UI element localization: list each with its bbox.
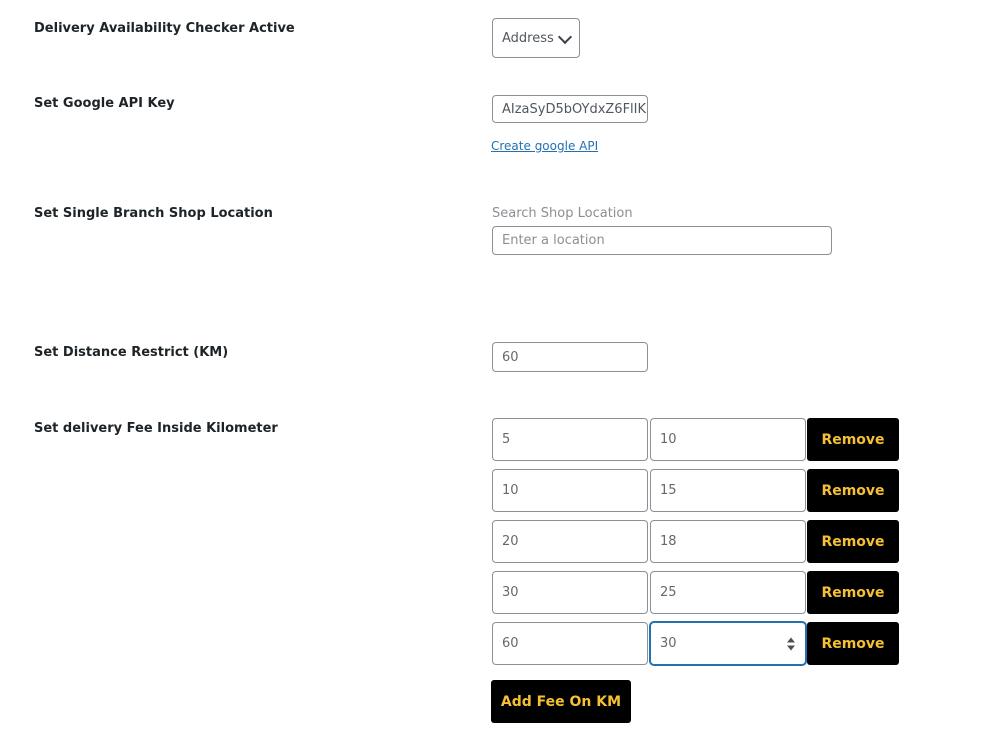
shop-location-input[interactable]: Enter a location xyxy=(492,226,832,255)
google-api-label: Set Google API Key xyxy=(34,96,175,111)
spinner-down-icon[interactable] xyxy=(787,645,795,650)
remove-button-5[interactable]: Remove xyxy=(807,622,899,665)
remove-button-4[interactable]: Remove xyxy=(807,571,899,614)
availability-select-value: Address xyxy=(502,30,554,46)
distance-restrict-input[interactable]: 60 xyxy=(492,342,648,372)
fee-km-input-3[interactable]: 20 xyxy=(492,520,648,563)
google-api-key-input[interactable]: AIzaSyD5bOYdxZ6FlIK1 xyxy=(492,95,648,123)
shop-location-placeholder: Enter a location xyxy=(502,233,605,248)
google-api-key-value: AIzaSyD5bOYdxZ6FlIK1 xyxy=(502,101,648,117)
delivery-fee-label: Set delivery Fee Inside Kilometer xyxy=(34,421,278,436)
remove-button-1[interactable]: Remove xyxy=(807,418,899,461)
fee-amount-input-5[interactable]: 30 xyxy=(650,622,806,665)
search-shop-location-label: Search Shop Location xyxy=(492,206,633,221)
fee-km-input-1[interactable]: 5 xyxy=(492,418,648,461)
fee-km-value: 10 xyxy=(502,483,519,498)
distance-restrict-value: 60 xyxy=(502,349,519,365)
fee-km-value: 60 xyxy=(502,636,519,651)
fee-amount-input-2[interactable]: 15 xyxy=(650,469,806,512)
create-google-api-link[interactable]: Create google API xyxy=(491,139,598,153)
fee-amount-input-4[interactable]: 25 xyxy=(650,571,806,614)
fee-amount-value: 18 xyxy=(660,534,677,549)
fee-amount-value: 25 xyxy=(660,585,677,600)
shop-location-label: Set Single Branch Shop Location xyxy=(34,206,273,221)
fee-km-input-5[interactable]: 60 xyxy=(492,622,648,665)
number-spinner[interactable] xyxy=(787,637,795,650)
fee-amount-value: 15 xyxy=(660,483,677,498)
spinner-up-icon[interactable] xyxy=(787,637,795,642)
fee-km-value: 5 xyxy=(502,432,511,447)
remove-button-2[interactable]: Remove xyxy=(807,469,899,512)
fee-km-input-4[interactable]: 30 xyxy=(492,571,648,614)
fee-km-value: 30 xyxy=(502,585,519,600)
remove-button-3[interactable]: Remove xyxy=(807,520,899,563)
availability-label: Delivery Availability Checker Active xyxy=(34,21,295,36)
availability-select[interactable]: Address xyxy=(492,18,580,58)
chevron-down-icon xyxy=(557,29,573,45)
fee-km-value: 20 xyxy=(502,534,519,549)
fee-amount-value: 10 xyxy=(660,432,677,447)
fee-km-input-2[interactable]: 10 xyxy=(492,469,648,512)
add-fee-button[interactable]: Add Fee On KM xyxy=(491,680,631,723)
fee-amount-input-1[interactable]: 10 xyxy=(650,418,806,461)
fee-amount-input-3[interactable]: 18 xyxy=(650,520,806,563)
fee-amount-value: 30 xyxy=(660,636,677,651)
distance-restrict-label: Set Distance Restrict (KM) xyxy=(34,345,229,360)
